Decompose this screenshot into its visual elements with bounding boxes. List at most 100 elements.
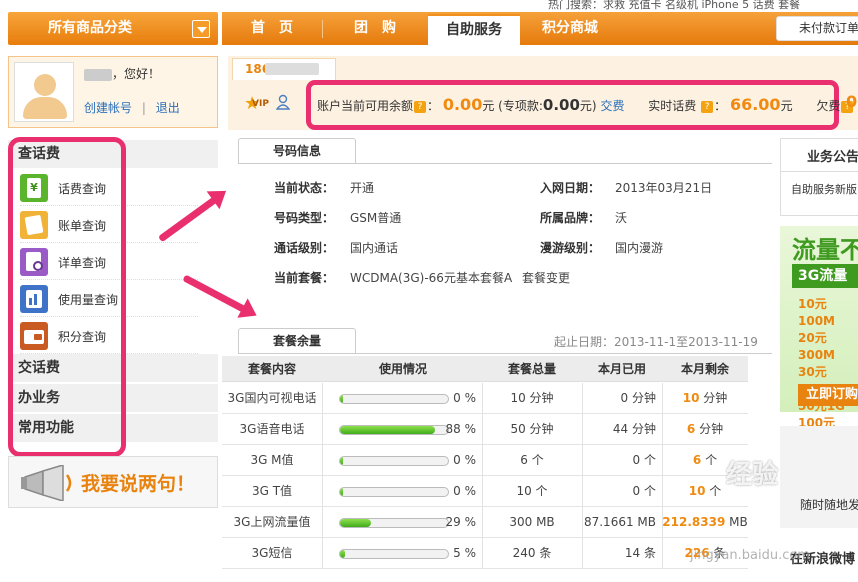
unpaid-orders-button[interactable]: 未付款订单	[776, 16, 858, 41]
column-divider	[582, 414, 583, 445]
help-icon[interactable]: ?	[414, 100, 427, 113]
current-plan-label: 当前套餐：	[274, 271, 335, 285]
price-line: 10元100M	[798, 297, 835, 328]
remaining-number: 10	[688, 484, 706, 498]
greeting-text: ，您好！	[112, 67, 161, 81]
change-plan-link[interactable]: 套餐变更	[522, 269, 570, 286]
package-name: 3G T值	[251, 484, 293, 498]
package-total: 6 个	[520, 453, 544, 467]
roaming-level-label: 漫游级别：	[540, 241, 601, 255]
package-name: 3G国内可视电话	[227, 391, 317, 405]
column-divider	[582, 507, 583, 538]
phone-number-tab[interactable]: 186	[232, 58, 336, 80]
column-divider	[662, 507, 663, 538]
watermark-brand: 经验	[726, 460, 779, 490]
usage-progress-bar	[339, 487, 449, 497]
date-range: 起止日期：2013-11-1至2013-11-19	[554, 335, 758, 349]
number-type-value: GSM普通	[350, 211, 402, 225]
tab-underline	[238, 353, 772, 354]
link-separator: |	[141, 101, 146, 115]
usage-progress-bar	[339, 425, 449, 435]
month-remaining: 212.8339 MB	[662, 507, 748, 538]
current-plan-value: WCDMA(3G)-66元基本套餐A	[350, 271, 513, 285]
usage-percent: 88 %	[445, 422, 477, 436]
brand-value: 沃	[615, 211, 628, 225]
logout-link[interactable]: 退出	[156, 101, 180, 115]
table-row: 3G短信 5 % 240 条 14 条 226 条	[222, 538, 748, 569]
order-now-button[interactable]: 立即订购	[798, 384, 858, 406]
month-remaining: 10 分钟	[662, 383, 748, 414]
banner2-text: 随时随地发	[800, 498, 858, 512]
usage-percent: 0 %	[453, 453, 476, 467]
usage-percent: 0 %	[453, 391, 476, 405]
col-header: 套餐总量	[507, 362, 556, 376]
column-divider	[482, 383, 483, 414]
banner-title: 流量不	[792, 236, 858, 264]
table-row: 3G语音电话 88 % 50 分钟 44 分钟 6 分钟	[222, 414, 748, 445]
yuan-unit: 元	[482, 99, 495, 113]
column-divider	[482, 414, 483, 445]
blurred-username	[84, 68, 112, 81]
price-line: 20元300M	[798, 331, 835, 362]
nav-points-mall[interactable]: 积分商城	[520, 12, 620, 45]
user-links: 创建帐号 | 退出	[84, 99, 180, 116]
column-divider	[482, 507, 483, 538]
month-remaining: 6 分钟	[662, 414, 748, 445]
brand-label: 所属品牌：	[540, 211, 601, 225]
package-total: 50 分钟	[510, 422, 554, 436]
usage-progress-fill	[340, 457, 344, 465]
megaphone-icon	[21, 465, 72, 501]
number-type-label: 号码类型：	[274, 211, 335, 225]
vip-badge: ★ VIP	[244, 95, 270, 113]
package-name: 3G语音电话	[239, 422, 305, 436]
column-divider	[662, 445, 663, 476]
column-divider	[322, 538, 323, 569]
realtime-fee-label: 实时话费	[648, 99, 697, 113]
nav-home[interactable]: 首 页	[222, 12, 322, 45]
column-divider	[582, 445, 583, 476]
remaining-unit: 个	[701, 453, 718, 467]
column-divider	[662, 538, 663, 569]
join-date-label: 入网日期：	[540, 181, 601, 195]
column-divider	[322, 414, 323, 445]
month-used: 44 分钟	[612, 422, 656, 436]
hot-search-text: 热门搜索：求救 充值卡 名级机 iPhone 5 话费 套餐	[548, 0, 801, 11]
tab-number-info[interactable]: 号码信息	[238, 138, 356, 164]
pay-link[interactable]: 交费	[600, 99, 624, 113]
nav-groupbuy[interactable]: 团 购	[323, 12, 427, 45]
column-divider	[582, 476, 583, 507]
month-used: 87.1661 MB	[583, 515, 656, 529]
weibo-banner[interactable]: 随时随地发	[780, 426, 858, 528]
feedback-banner[interactable]: 我要说两句！	[8, 456, 218, 508]
main-nav: 首 页 团 购 自助服务 积分商城 未付款订单	[222, 12, 858, 45]
column-divider	[582, 538, 583, 569]
roaming-level-value: 国内漫游	[615, 241, 664, 255]
status-label: 当前状态：	[274, 181, 335, 195]
package-name: 3G短信	[251, 546, 293, 560]
usage-progress-fill	[340, 426, 436, 434]
remaining-number: 10	[682, 391, 700, 405]
nav-self-service[interactable]: 自助服务	[428, 14, 520, 45]
call-level-value: 国内通话	[350, 241, 399, 255]
usage-progress-fill	[340, 550, 346, 558]
tab-package-remaining[interactable]: 套餐余量	[238, 328, 356, 354]
owe-value: 0	[846, 92, 858, 111]
table-row: 3G国内可视电话 0 % 10 分钟 0 分钟 10 分钟	[222, 383, 748, 414]
avatar	[14, 62, 74, 122]
notice-panel: 业务公告 自助服务新版	[780, 138, 858, 216]
column-divider	[482, 476, 483, 507]
column-divider	[582, 383, 583, 414]
help-icon[interactable]: ?	[701, 100, 714, 113]
usage-cell: 88 %	[324, 414, 482, 445]
data-plan-banner[interactable]: 流量不 3G流量 10元100M 20元300M 30元500M 50元1G 1…	[780, 226, 858, 447]
user-box: ，您好！ 创建帐号 | 退出	[8, 56, 218, 128]
category-menu-button[interactable]: 所有商品分类	[8, 12, 218, 45]
call-level-label: 通话级别：	[274, 241, 335, 255]
yuan-unit: 元	[780, 99, 793, 113]
month-used: 0 个	[632, 484, 656, 498]
table-row: 3G T值 0 % 10 个 0 个 10 个	[222, 476, 748, 507]
remaining-number: 212.8339	[662, 515, 726, 529]
month-used: 0 个	[632, 453, 656, 467]
notice-text[interactable]: 自助服务新版	[791, 181, 857, 197]
create-account-link[interactable]: 创建帐号	[84, 101, 132, 115]
